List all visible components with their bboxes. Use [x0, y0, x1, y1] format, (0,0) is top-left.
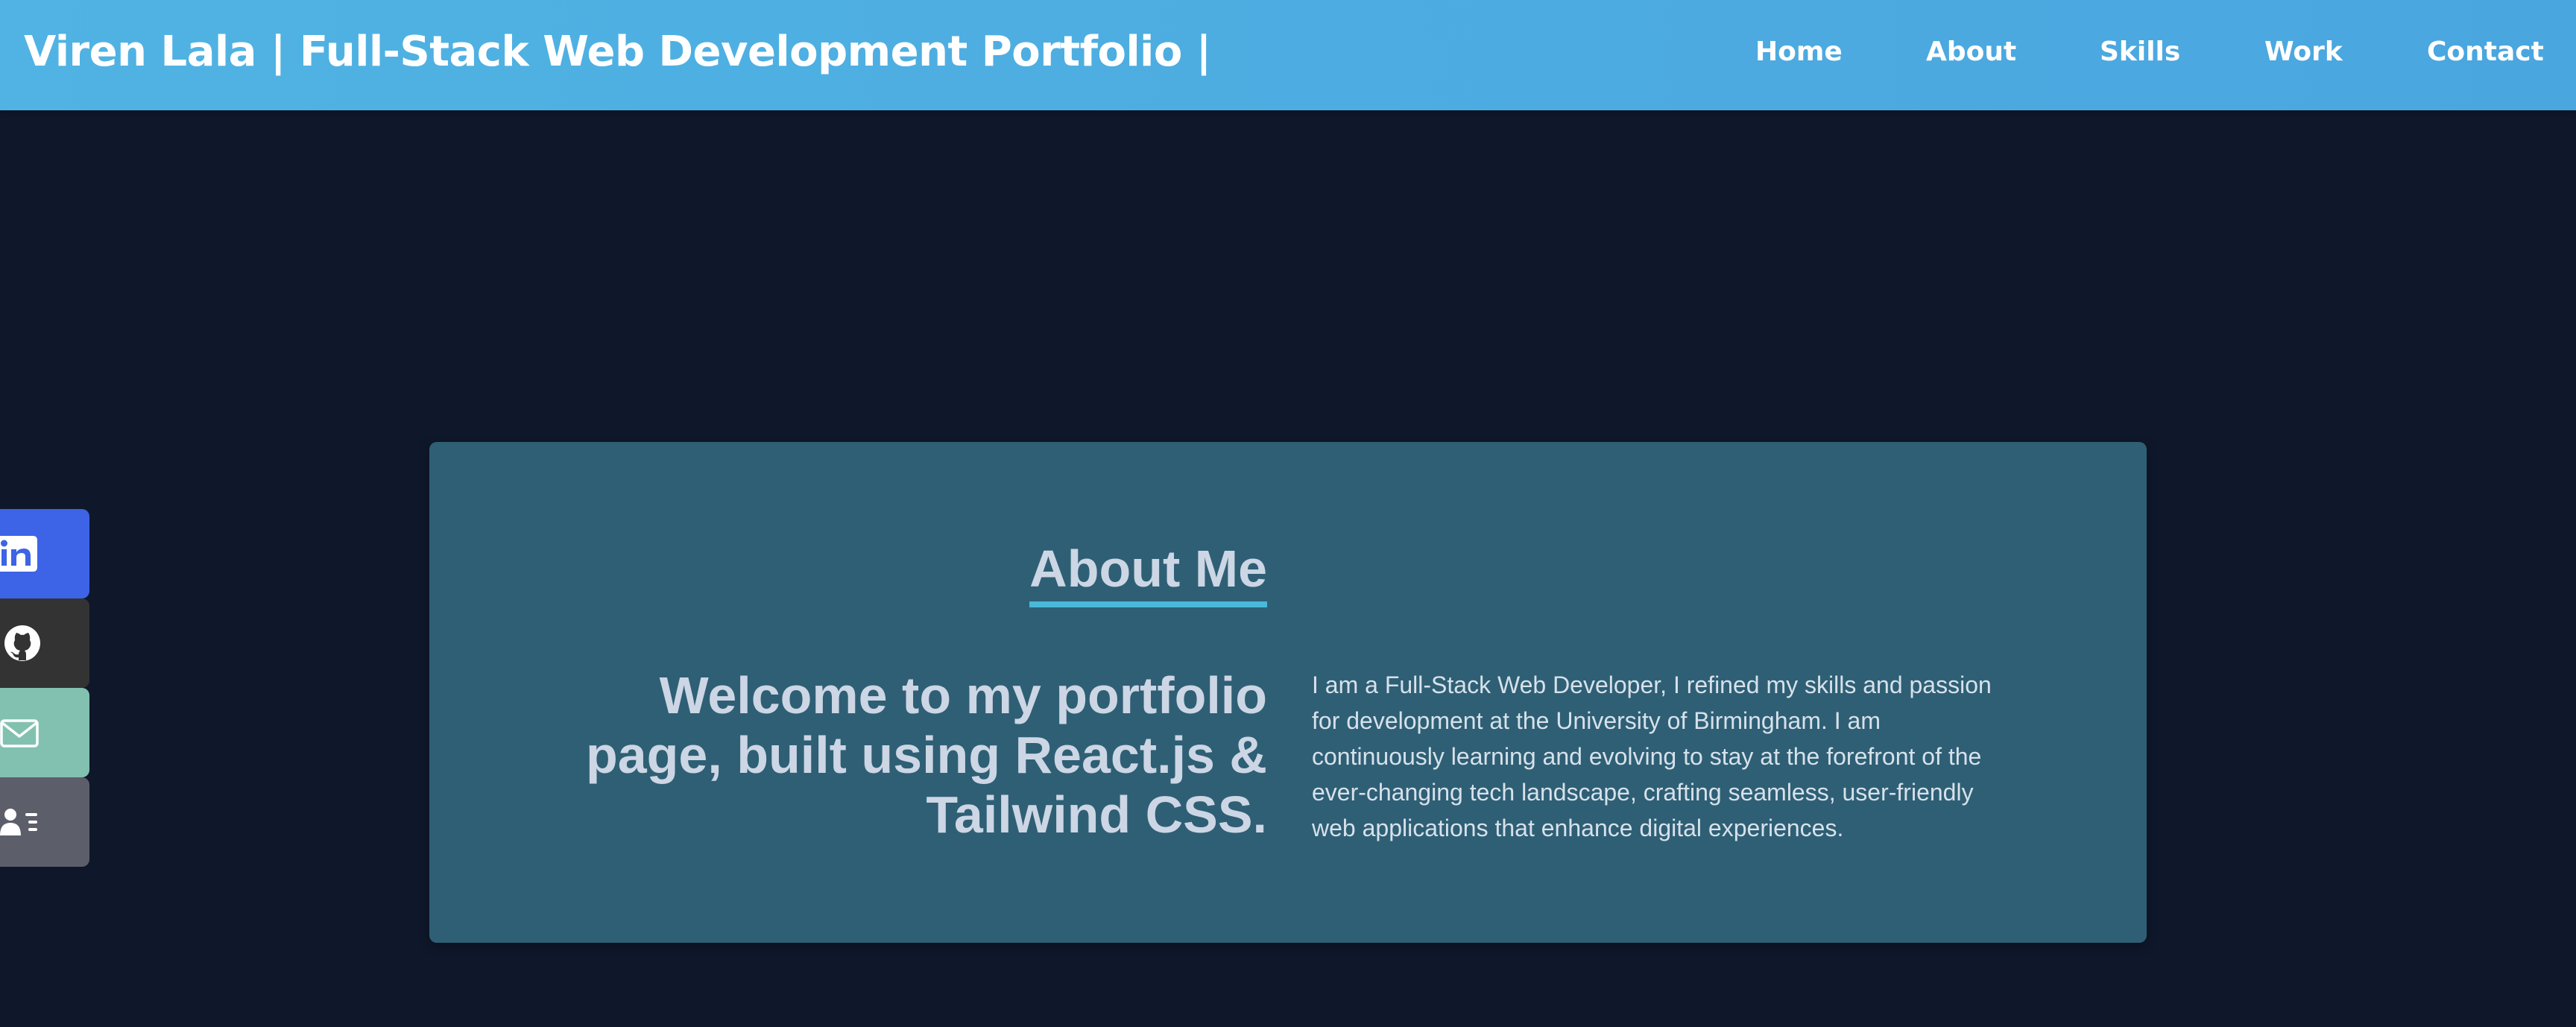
github-link[interactable]: [0, 598, 89, 688]
resume-link[interactable]: [0, 777, 89, 867]
nav-work[interactable]: Work: [2264, 0, 2343, 104]
email-link[interactable]: [0, 688, 89, 777]
mail-icon: [0, 719, 39, 748]
about-heading: About Me: [1029, 539, 1267, 607]
site-title: Viren Lala | Full-Stack Web Development …: [24, 28, 1211, 76]
nav-home[interactable]: Home: [1755, 0, 1843, 104]
nav-skills[interactable]: Skills: [2100, 0, 2180, 104]
contact-card-icon: [0, 809, 37, 835]
github-icon: [4, 625, 40, 661]
site-header: Viren Lala | Full-Stack Web Development …: [0, 0, 2576, 110]
bio-text: I am a Full-Stack Web Developer, I refin…: [1312, 672, 1992, 841]
about-section: About Me Welcome to my portfolio page, b…: [429, 442, 2147, 943]
social-sidebar: [0, 509, 89, 867]
nav-contact[interactable]: Contact: [2427, 0, 2544, 104]
welcome-text: Welcome to my portfolio page, built usin…: [585, 666, 1267, 844]
linkedin-icon: [0, 536, 37, 572]
nav-about[interactable]: About: [1926, 0, 2016, 104]
linkedin-link[interactable]: [0, 509, 89, 598]
